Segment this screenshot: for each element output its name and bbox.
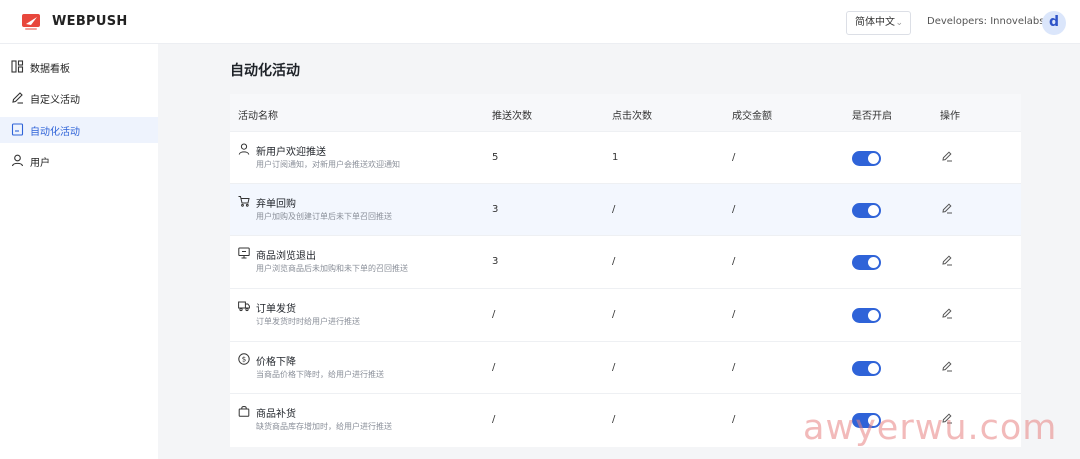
language-label: 简体中文 [855, 17, 895, 28]
edit-icon[interactable] [941, 202, 953, 214]
enable-toggle[interactable] [852, 361, 881, 376]
push-count: / [492, 414, 496, 425]
table-header: 活动名称 推送次数 点击次数 成交金额 是否开启 操作 [230, 94, 1021, 131]
edit-icon[interactable] [941, 307, 953, 319]
click-count: / [612, 414, 616, 425]
column-header-amount: 成交金额 [732, 111, 772, 122]
click-count: / [612, 309, 616, 320]
svg-text:$: $ [242, 356, 246, 364]
sidebar-item-label: 数据看板 [30, 64, 70, 75]
document-icon [11, 123, 24, 136]
edit-icon[interactable] [941, 150, 953, 162]
deal-amount: / [732, 204, 736, 215]
click-count: / [612, 362, 616, 373]
top-header: WEBPUSH 简体中文 ⌄ Developers: Innovelabs d [0, 0, 1080, 44]
sidebar-item-users[interactable]: 用户 [0, 148, 158, 174]
campaign-description: 用户加购及创建订单后未下单召回推送 [256, 212, 392, 221]
edit-icon[interactable] [941, 254, 953, 266]
automation-table: 活动名称 推送次数 点击次数 成交金额 是否开启 操作 新用户欢迎推送 用户订阅… [230, 94, 1021, 447]
deal-amount: / [732, 256, 736, 267]
user-icon [238, 143, 250, 155]
developer-label: Developers: Innovelabs [927, 16, 1045, 27]
campaign-name: 订单发货 [256, 304, 296, 315]
toggle-knob [868, 363, 879, 374]
table-row: 订单发货 订单发货时时给用户进行推送 / / / [230, 288, 1021, 340]
column-header-enabled: 是否开启 [852, 111, 892, 122]
dashboard-icon [11, 60, 24, 73]
edit-icon[interactable] [941, 360, 953, 372]
table-row: 商品浏览退出 用户浏览商品后未加购和未下单的召回推送 3 / / [230, 235, 1021, 287]
bag-icon [238, 406, 250, 417]
deal-amount: / [732, 362, 736, 373]
chevron-down-icon: ⌄ [895, 18, 903, 28]
table-row: $ 价格下降 当商品价格下降时，给用户进行推送 / / / [230, 341, 1021, 393]
monitor-icon [238, 247, 250, 259]
campaign-name: 价格下降 [256, 357, 296, 368]
deal-amount: / [732, 309, 736, 320]
enable-toggle[interactable] [852, 151, 881, 166]
campaign-description: 当商品价格下降时，给用户进行推送 [256, 370, 384, 379]
enable-toggle[interactable] [852, 203, 881, 218]
toggle-knob [868, 153, 879, 164]
sidebar-item-custom-campaign[interactable]: 自定义活动 [0, 85, 158, 111]
toggle-knob [868, 310, 879, 321]
push-count: / [492, 309, 496, 320]
click-count: 1 [612, 152, 619, 163]
push-count: 3 [492, 256, 499, 267]
column-header-actions: 操作 [940, 111, 960, 122]
click-count: / [612, 204, 616, 215]
language-select[interactable]: 简体中文 ⌄ [846, 11, 911, 35]
dollar-icon: $ [238, 353, 250, 365]
campaign-name: 商品浏览退出 [256, 251, 316, 262]
sidebar: 数据看板 自定义活动 自动化活动 用户 [0, 44, 158, 459]
user-icon [11, 154, 24, 167]
campaign-description: 用户浏览商品后未加购和未下单的召回推送 [256, 264, 408, 273]
brand-name: WEBPUSH [52, 14, 128, 29]
webpush-logo-icon [22, 14, 40, 30]
watermark-text: awyerwu.com [803, 408, 1058, 448]
column-header-click: 点击次数 [612, 111, 652, 122]
deal-amount: / [732, 414, 736, 425]
push-count: 3 [492, 204, 499, 215]
push-count: 5 [492, 152, 499, 163]
sidebar-item-label: 用户 [30, 158, 50, 169]
toggle-knob [868, 205, 879, 216]
cart-icon [238, 196, 250, 207]
column-header-name: 活动名称 [238, 111, 278, 122]
click-count: / [612, 256, 616, 267]
enable-toggle[interactable] [852, 308, 881, 323]
sidebar-item-label: 自定义活动 [30, 95, 80, 106]
table-row: 新用户欢迎推送 用户订阅通知，对新用户会推送欢迎通知 5 1 / [230, 131, 1021, 183]
campaign-name: 弃单回购 [256, 199, 296, 210]
avatar[interactable]: d [1042, 11, 1066, 35]
push-count: / [492, 362, 496, 373]
campaign-description: 用户订阅通知，对新用户会推送欢迎通知 [256, 160, 400, 169]
truck-icon [238, 301, 250, 312]
campaign-name: 新用户欢迎推送 [256, 147, 326, 158]
campaign-name: 商品补货 [256, 409, 296, 420]
toggle-knob [868, 257, 879, 268]
sidebar-item-dashboard[interactable]: 数据看板 [0, 54, 158, 80]
table-row: 弃单回购 用户加购及创建订单后未下单召回推送 3 / / [230, 183, 1021, 235]
campaign-description: 缺货商品库存增加时，给用户进行推送 [256, 422, 392, 431]
column-header-push: 推送次数 [492, 111, 532, 122]
enable-toggle[interactable] [852, 255, 881, 270]
sidebar-item-automation[interactable]: 自动化活动 [0, 117, 158, 143]
campaign-description: 订单发货时时给用户进行推送 [256, 317, 360, 326]
deal-amount: / [732, 152, 736, 163]
pencil-icon [12, 92, 23, 104]
sidebar-item-label: 自动化活动 [30, 127, 80, 138]
page-title: 自动化活动 [230, 63, 300, 79]
